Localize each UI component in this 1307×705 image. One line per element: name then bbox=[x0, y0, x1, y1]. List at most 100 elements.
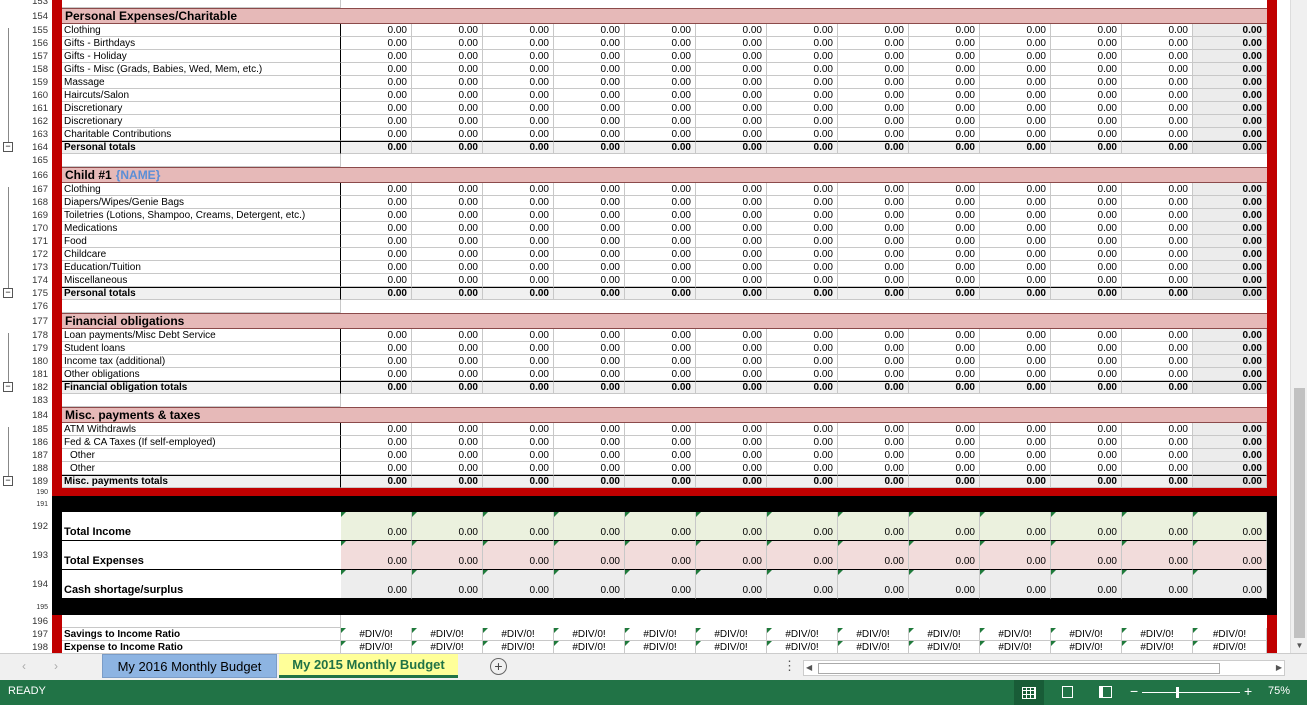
amount-cell[interactable]: 0.00 bbox=[838, 355, 909, 368]
amount-cell[interactable]: 0.00 bbox=[1051, 63, 1122, 76]
amount-cell[interactable]: 0.00 bbox=[1051, 449, 1122, 462]
amount-cell[interactable]: 0.00 bbox=[554, 183, 625, 196]
row-number[interactable]: 196 bbox=[20, 615, 50, 628]
total-cell[interactable]: 0.00 bbox=[1051, 141, 1122, 154]
empty-cell[interactable] bbox=[62, 154, 341, 167]
summary-cell[interactable]: 0.00 bbox=[838, 541, 909, 570]
total-cell[interactable]: 0.00 bbox=[909, 287, 980, 300]
row-number[interactable]: 178 bbox=[20, 329, 50, 342]
amount-cell[interactable]: 0.00 bbox=[341, 368, 412, 381]
amount-cell[interactable]: 0.00 bbox=[980, 89, 1051, 102]
amount-cell[interactable]: 0.00 bbox=[909, 37, 980, 50]
amount-cell[interactable]: 0.00 bbox=[341, 423, 412, 436]
amount-cell[interactable]: 0.00 bbox=[1122, 24, 1193, 37]
amount-cell[interactable]: 0.00 bbox=[341, 248, 412, 261]
amount-cell[interactable]: 0.00 bbox=[838, 50, 909, 63]
ratio-cell[interactable]: #DIV/0! bbox=[554, 641, 625, 653]
expense-label[interactable]: Other bbox=[62, 462, 341, 475]
amount-cell[interactable]: 0.00 bbox=[838, 368, 909, 381]
summary-cell[interactable]: 0.00 bbox=[554, 541, 625, 570]
row-number[interactable]: 198 bbox=[20, 641, 50, 653]
amount-cell[interactable]: 0.00 bbox=[696, 248, 767, 261]
row-number[interactable]: 179 bbox=[20, 342, 50, 355]
amount-cell[interactable]: 0.00 bbox=[412, 248, 483, 261]
amount-cell[interactable]: 0.00 bbox=[838, 261, 909, 274]
amount-cell[interactable]: 0.00 bbox=[767, 248, 838, 261]
total-cell[interactable]: 0.00 bbox=[341, 141, 412, 154]
amount-cell[interactable]: 0.00 bbox=[838, 89, 909, 102]
amount-cell[interactable]: 0.00 bbox=[341, 89, 412, 102]
amount-cell[interactable]: 0.00 bbox=[625, 183, 696, 196]
summary-cell[interactable]: 0.00 bbox=[1051, 512, 1122, 541]
amount-cell[interactable]: 0.00 bbox=[412, 261, 483, 274]
row-number[interactable]: 154 bbox=[20, 8, 50, 24]
amount-cell[interactable]: 0.00 bbox=[696, 209, 767, 222]
scroll-right-arrow-icon[interactable]: ▶ bbox=[1276, 661, 1282, 675]
amount-cell[interactable]: 0.00 bbox=[696, 63, 767, 76]
ratio-cell[interactable]: #DIV/0! bbox=[767, 641, 838, 653]
ratio-cell[interactable]: #DIV/0! bbox=[909, 641, 980, 653]
amount-cell[interactable]: 0.00 bbox=[412, 50, 483, 63]
row-number[interactable]: 170 bbox=[20, 222, 50, 235]
amount-cell[interactable]: 0.00 bbox=[1051, 222, 1122, 235]
amount-cell[interactable]: 0.00 bbox=[909, 329, 980, 342]
amount-cell[interactable]: 0.00 bbox=[1122, 368, 1193, 381]
spreadsheet-grid[interactable]: 153 154 Personal Expenses/Charitable 155 Clo… bbox=[0, 0, 1290, 653]
summary-cell[interactable]: 0.00 bbox=[625, 570, 696, 599]
amount-cell[interactable]: 0.00 bbox=[909, 222, 980, 235]
ratio-cell[interactable]: #DIV/0! bbox=[838, 628, 909, 641]
amount-cell[interactable]: 0.00 bbox=[1051, 329, 1122, 342]
expense-label[interactable]: Massage bbox=[62, 76, 341, 89]
total-cell[interactable]: 0.00 bbox=[696, 287, 767, 300]
total-cell[interactable]: 0.00 bbox=[1193, 141, 1267, 154]
amount-cell[interactable]: 0.00 bbox=[483, 423, 554, 436]
amount-cell[interactable]: 0.00 bbox=[1122, 37, 1193, 50]
amount-cell[interactable]: 0.00 bbox=[625, 37, 696, 50]
amount-cell[interactable]: 0.00 bbox=[483, 449, 554, 462]
summary-cell[interactable]: 0.00 bbox=[767, 512, 838, 541]
summary-cell[interactable]: 0.00 bbox=[696, 570, 767, 599]
summary-cell[interactable]: 0.00 bbox=[341, 512, 412, 541]
expense-label[interactable]: ATM Withdrawls bbox=[62, 423, 341, 436]
amount-cell[interactable]: 0.00 bbox=[1193, 63, 1267, 76]
expense-label[interactable]: Childcare bbox=[62, 248, 341, 261]
expense-label[interactable]: Discretionary bbox=[62, 102, 341, 115]
amount-cell[interactable]: 0.00 bbox=[767, 76, 838, 89]
row-number[interactable]: 182 bbox=[20, 381, 50, 394]
total-label[interactable]: Financial obligation totals bbox=[62, 381, 341, 394]
amount-cell[interactable]: 0.00 bbox=[696, 355, 767, 368]
summary-cell[interactable]: 0.00 bbox=[1051, 570, 1122, 599]
summary-cell[interactable]: 0.00 bbox=[1122, 570, 1193, 599]
amount-cell[interactable]: 0.00 bbox=[909, 368, 980, 381]
ratio-cell[interactable]: #DIV/0! bbox=[1051, 628, 1122, 641]
expense-label[interactable]: Loan payments/Misc Debt Service bbox=[62, 329, 341, 342]
total-cell[interactable]: 0.00 bbox=[909, 475, 980, 488]
amount-cell[interactable]: 0.00 bbox=[838, 329, 909, 342]
amount-cell[interactable]: 0.00 bbox=[1193, 222, 1267, 235]
amount-cell[interactable]: 0.00 bbox=[696, 235, 767, 248]
amount-cell[interactable]: 0.00 bbox=[838, 102, 909, 115]
amount-cell[interactable]: 0.00 bbox=[483, 50, 554, 63]
amount-cell[interactable]: 0.00 bbox=[1122, 462, 1193, 475]
amount-cell[interactable]: 0.00 bbox=[625, 274, 696, 287]
empty-cell[interactable] bbox=[62, 0, 341, 8]
total-cell[interactable]: 0.00 bbox=[909, 381, 980, 394]
amount-cell[interactable]: 0.00 bbox=[412, 423, 483, 436]
amount-cell[interactable]: 0.00 bbox=[1193, 274, 1267, 287]
summary-cell[interactable]: 0.00 bbox=[554, 570, 625, 599]
row-number[interactable]: 193 bbox=[20, 541, 50, 570]
amount-cell[interactable]: 0.00 bbox=[1193, 24, 1267, 37]
amount-cell[interactable]: 0.00 bbox=[1122, 436, 1193, 449]
amount-cell[interactable]: 0.00 bbox=[341, 355, 412, 368]
total-cell[interactable]: 0.00 bbox=[412, 381, 483, 394]
amount-cell[interactable]: 0.00 bbox=[483, 235, 554, 248]
amount-cell[interactable]: 0.00 bbox=[412, 37, 483, 50]
amount-cell[interactable]: 0.00 bbox=[980, 342, 1051, 355]
amount-cell[interactable]: 0.00 bbox=[1051, 368, 1122, 381]
amount-cell[interactable]: 0.00 bbox=[625, 248, 696, 261]
amount-cell[interactable]: 0.00 bbox=[554, 24, 625, 37]
amount-cell[interactable]: 0.00 bbox=[696, 89, 767, 102]
row-number[interactable]: 156 bbox=[20, 37, 50, 50]
amount-cell[interactable]: 0.00 bbox=[980, 196, 1051, 209]
amount-cell[interactable]: 0.00 bbox=[1193, 449, 1267, 462]
